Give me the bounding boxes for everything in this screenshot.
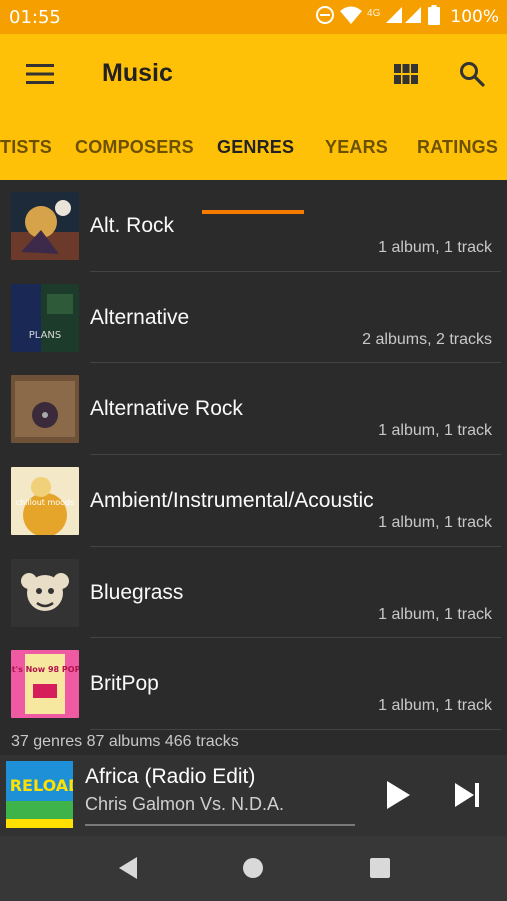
tab-composers[interactable]: COMPOSERS	[75, 126, 194, 180]
back-icon[interactable]	[108, 848, 148, 888]
skip-next-icon[interactable]	[447, 775, 487, 815]
genre-meta: 1 album, 1 track	[378, 605, 492, 623]
list-item[interactable]: 1st What's Now 98 POP ALBUM BritPop 1 al…	[0, 638, 507, 731]
list-item[interactable]: Alternative Rock 1 album, 1 track	[0, 363, 507, 456]
genre-list: Alt. Rock 1 album, 1 track PLANS Alterna…	[0, 180, 507, 732]
tab-genres[interactable]: GENRES	[217, 126, 294, 180]
library-summary: 37 genres 87 albums 466 tracks	[11, 733, 239, 750]
album-art-thumbnail: 1st What's Now 98 POP ALBUM	[11, 650, 79, 719]
genre-name: BritPop	[90, 672, 159, 696]
home-icon[interactable]	[233, 848, 273, 888]
album-art-text: 90s RELOADED	[6, 776, 73, 795]
battery-percent: 100%	[450, 7, 499, 27]
list-item[interactable]: Bluegrass 1 album, 1 track	[0, 547, 507, 639]
tab-artists[interactable]: TISTS	[0, 126, 52, 180]
network-type-label: 4G	[367, 7, 381, 19]
now-playing-artist: Chris Galmon Vs. N.D.A.	[85, 794, 285, 814]
genre-meta: 1 album, 1 track	[378, 514, 492, 532]
page-title: Music	[102, 59, 173, 87]
do-not-disturb-icon	[315, 5, 335, 30]
album-art-thumbnail	[11, 192, 79, 260]
list-item[interactable]: Alt. Rock 1 album, 1 track	[0, 180, 507, 272]
now-playing-bar[interactable]: 90s RELOADED Africa (Radio Edit) Chris G…	[0, 755, 507, 836]
tab-bar: TISTS COMPOSERS GENRES YEARS RATINGS	[0, 126, 507, 214]
divider	[90, 729, 501, 731]
album-art-thumbnail: PLANS	[11, 283, 79, 352]
genre-meta: 1 album, 1 track	[378, 697, 492, 715]
genre-meta: 2 albums, 2 tracks	[362, 330, 492, 348]
album-art-thumbnail: chillout moods	[11, 467, 79, 536]
playback-progress-bar[interactable]	[85, 824, 355, 826]
genre-meta: 1 album, 1 track	[378, 239, 492, 256]
genre-name: Alternative Rock	[90, 397, 243, 421]
genre-name: Ambient/Instrumental/Acoustic	[90, 489, 374, 513]
system-nav-bar	[0, 836, 507, 901]
list-item[interactable]: chillout moods Ambient/Instrumental/Acou…	[0, 455, 507, 547]
wifi-icon	[339, 5, 363, 30]
genre-name: Bluegrass	[90, 580, 184, 604]
cell-signal-icon	[384, 5, 424, 30]
album-art-thumbnail	[11, 558, 79, 627]
now-playing-title: Africa (Radio Edit)	[85, 765, 256, 788]
search-icon[interactable]	[452, 54, 492, 94]
genre-meta: 1 album, 1 track	[378, 422, 492, 440]
album-art-text: 1st What's Now 98 POP ALBUM	[11, 665, 79, 674]
status-bar: 01:55 4G 100%	[0, 0, 507, 34]
status-time: 01:55	[9, 7, 61, 28]
grid-view-icon[interactable]	[386, 54, 426, 94]
genre-name: Alt. Rock	[90, 214, 175, 237]
album-art-thumbnail	[11, 375, 79, 444]
recents-icon[interactable]	[360, 848, 400, 888]
menu-icon[interactable]	[20, 56, 60, 92]
app-bar: Music TISTS COMPOSERS GENRES YEARS RATIN…	[0, 34, 507, 214]
now-playing-album-art[interactable]: 90s RELOADED	[6, 761, 73, 828]
tab-ratings[interactable]: RATINGS	[417, 126, 498, 180]
genre-name: Alternative	[90, 305, 190, 329]
status-icons: 4G 100%	[315, 4, 499, 30]
play-icon[interactable]	[378, 775, 418, 815]
tab-years[interactable]: YEARS	[325, 126, 388, 180]
list-item[interactable]: PLANS Alternative 2 albums, 2 tracks	[0, 272, 507, 364]
album-art-text: PLANS	[29, 330, 62, 341]
album-art-text: chillout moods	[16, 498, 75, 507]
battery-icon	[428, 4, 441, 30]
